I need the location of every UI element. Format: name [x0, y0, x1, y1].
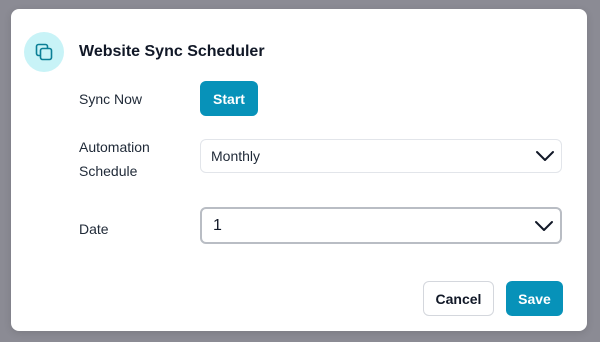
schedule-select-value: Monthly: [211, 148, 261, 164]
date-select[interactable]: 1: [200, 207, 562, 244]
start-button[interactable]: Start: [200, 81, 258, 116]
sync-now-label: Sync Now: [79, 91, 143, 107]
date-select-value: 1: [213, 216, 222, 234]
dialog-title: Website Sync Scheduler: [79, 43, 265, 60]
copy-icon: [35, 43, 53, 61]
header-icon-badge: [24, 32, 64, 72]
sync-scheduler-dialog: Website Sync Scheduler Sync Now Start Au…: [11, 9, 587, 331]
schedule-select[interactable]: Monthly: [200, 139, 562, 173]
chevron-down-icon: [536, 151, 554, 161]
cancel-button[interactable]: Cancel: [423, 281, 494, 316]
save-button[interactable]: Save: [506, 281, 563, 316]
chevron-down-icon: [535, 220, 553, 231]
date-label: Date: [79, 221, 109, 237]
automation-schedule-label: Automation Schedule: [79, 139, 150, 179]
